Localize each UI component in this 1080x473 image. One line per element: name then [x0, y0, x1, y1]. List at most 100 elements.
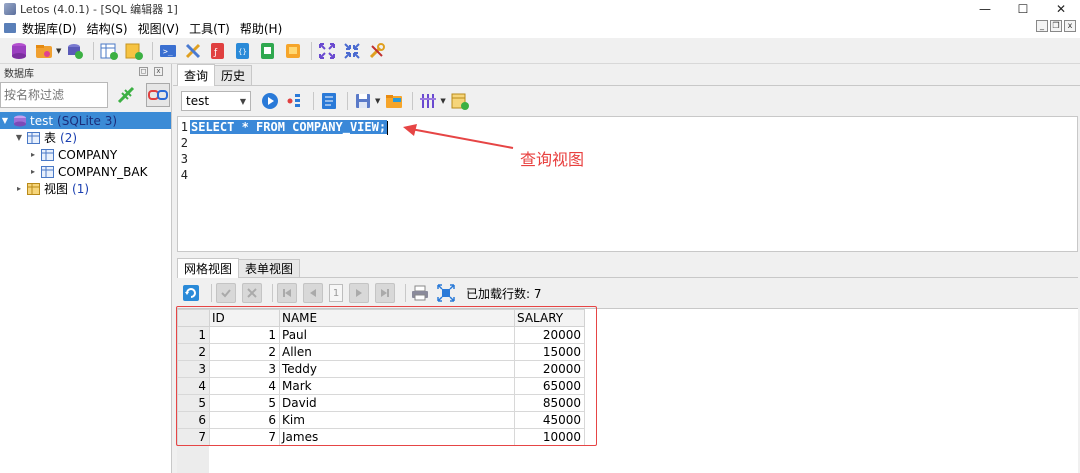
- table-row[interactable]: 1 1 Paul 20000: [177, 326, 585, 344]
- cell-salary[interactable]: 20000: [514, 326, 585, 344]
- sql-editor-icon[interactable]: >_: [157, 40, 179, 62]
- parallel-execution-icon[interactable]: [417, 90, 439, 112]
- row-number[interactable]: 1: [177, 326, 210, 344]
- cell-id[interactable]: 2: [209, 343, 280, 361]
- print-icon[interactable]: [410, 283, 430, 303]
- cell-name[interactable]: James: [279, 428, 515, 446]
- mdi-minimize-button[interactable]: _: [1036, 20, 1048, 32]
- refresh-database-icon[interactable]: [64, 40, 86, 62]
- menu-help[interactable]: 帮助(H): [240, 20, 282, 37]
- filter-by-name-input[interactable]: [0, 82, 108, 108]
- panel-float-button[interactable]: ◻: [139, 67, 148, 76]
- column-header-id[interactable]: ID: [209, 309, 280, 327]
- row-number[interactable]: 6: [177, 411, 210, 429]
- database-select[interactable]: test ▼: [181, 91, 251, 111]
- tab-grid-view[interactable]: 网格视图: [177, 258, 240, 278]
- first-page-icon[interactable]: [277, 283, 297, 303]
- table-row[interactable]: 4 4 Mark 65000: [177, 377, 585, 395]
- table-row[interactable]: 3 3 Teddy 20000: [177, 360, 585, 378]
- cell-salary[interactable]: 45000: [514, 411, 585, 429]
- minimize-button[interactable]: —: [966, 0, 1004, 18]
- previous-page-icon[interactable]: [303, 283, 323, 303]
- tab-form-view[interactable]: 表单视图: [238, 259, 301, 277]
- open-file-icon[interactable]: [383, 90, 405, 112]
- row-number[interactable]: 2: [177, 343, 210, 361]
- selected-sql-text[interactable]: SELECT * FROM COMPANY_VIEW;: [190, 120, 388, 134]
- cell-salary[interactable]: 20000: [514, 360, 585, 378]
- maximize-button[interactable]: ☐: [1004, 0, 1042, 18]
- cell-id[interactable]: 6: [209, 411, 280, 429]
- tree-item-tables[interactable]: ▼ 表 (2): [0, 129, 171, 146]
- fullscreen-icon[interactable]: [436, 283, 456, 303]
- cell-name[interactable]: Teddy: [279, 360, 515, 378]
- expand-arrow-icon[interactable]: ▼: [14, 133, 24, 142]
- dropdown-arrow-icon[interactable]: ▼: [375, 97, 380, 105]
- cell-name[interactable]: Paul: [279, 326, 515, 344]
- column-header-salary[interactable]: SALARY: [514, 309, 585, 327]
- commit-icon[interactable]: [216, 283, 236, 303]
- expand-arrow-icon[interactable]: ▸: [28, 150, 38, 159]
- table-row[interactable]: 6 6 Kim 45000: [177, 411, 585, 429]
- refresh-results-icon[interactable]: [181, 283, 201, 303]
- tree-item-table[interactable]: ▸ COMPANY_BAK: [0, 163, 171, 180]
- cell-salary[interactable]: 65000: [514, 377, 585, 395]
- sql-code[interactable]: SELECT * FROM COMPANY_VIEW;: [190, 119, 1077, 135]
- create-view-icon[interactable]: [449, 90, 471, 112]
- last-page-icon[interactable]: [375, 283, 395, 303]
- next-page-icon[interactable]: [349, 283, 369, 303]
- tree-item-db-test[interactable]: ▼ test (SQLite 3): [0, 112, 171, 129]
- explain-query-icon[interactable]: [284, 90, 306, 112]
- link-filter-icon[interactable]: [146, 83, 170, 107]
- expand-icon[interactable]: [316, 40, 338, 62]
- menu-database[interactable]: 数据库(D): [22, 20, 77, 37]
- format-sql-icon[interactable]: [318, 90, 340, 112]
- settings-icon[interactable]: [366, 40, 388, 62]
- mdi-window-icon[interactable]: [4, 23, 16, 33]
- expand-arrow-icon[interactable]: ▼: [0, 116, 10, 125]
- tools-icon[interactable]: [182, 40, 204, 62]
- dropdown-arrow-icon[interactable]: ▼: [440, 97, 445, 105]
- expand-arrow-icon[interactable]: ▸: [28, 167, 38, 176]
- row-number[interactable]: 3: [177, 360, 210, 378]
- cell-salary[interactable]: 15000: [514, 343, 585, 361]
- cell-name[interactable]: Mark: [279, 377, 515, 395]
- tree-item-table[interactable]: ▸ COMPANY: [0, 146, 171, 163]
- cell-id[interactable]: 7: [209, 428, 280, 446]
- panel-close-button[interactable]: x: [154, 67, 163, 76]
- cell-id[interactable]: 3: [209, 360, 280, 378]
- dropdown-arrow-icon[interactable]: ▼: [56, 47, 61, 55]
- menu-tools[interactable]: 工具(T): [189, 20, 230, 37]
- row-number[interactable]: 7: [177, 428, 210, 446]
- table-row[interactable]: 2 2 Allen 15000: [177, 343, 585, 361]
- cell-id[interactable]: 4: [209, 377, 280, 395]
- cell-salary[interactable]: 10000: [514, 428, 585, 446]
- cell-name[interactable]: Kim: [279, 411, 515, 429]
- functions-icon[interactable]: ƒ: [207, 40, 229, 62]
- tree-item-views[interactable]: ▸ 视图 (1): [0, 180, 171, 197]
- cell-name[interactable]: David: [279, 394, 515, 412]
- mdi-close-button[interactable]: x: [1064, 20, 1076, 32]
- row-number[interactable]: 4: [177, 377, 210, 395]
- collapse-icon[interactable]: [341, 40, 363, 62]
- tab-history[interactable]: 历史: [214, 65, 253, 85]
- table-row[interactable]: 7 7 James 10000: [177, 428, 585, 446]
- connect-database-icon[interactable]: [8, 40, 30, 62]
- table-row[interactable]: 5 5 David 85000: [177, 394, 585, 412]
- save-icon[interactable]: [352, 90, 374, 112]
- sql-editor[interactable]: 1 2 3 4 SELECT * FROM COMPANY_VIEW;: [177, 116, 1078, 252]
- column-header-name[interactable]: NAME: [279, 309, 515, 327]
- mdi-restore-button[interactable]: ❐: [1050, 20, 1062, 32]
- new-index-icon[interactable]: [123, 40, 145, 62]
- expand-arrow-icon[interactable]: ▸: [14, 184, 24, 193]
- menu-structure[interactable]: 结构(S): [87, 20, 128, 37]
- rollback-icon[interactable]: [242, 283, 262, 303]
- snippets-icon[interactable]: [282, 40, 304, 62]
- new-table-icon[interactable]: [98, 40, 120, 62]
- grid-corner[interactable]: [177, 309, 210, 327]
- cell-id[interactable]: 5: [209, 394, 280, 412]
- page-number-field[interactable]: 1: [329, 284, 343, 302]
- close-button[interactable]: ✕: [1042, 0, 1080, 18]
- execute-query-icon[interactable]: [259, 90, 281, 112]
- row-number[interactable]: 5: [177, 394, 210, 412]
- tab-query[interactable]: 查询: [177, 64, 216, 86]
